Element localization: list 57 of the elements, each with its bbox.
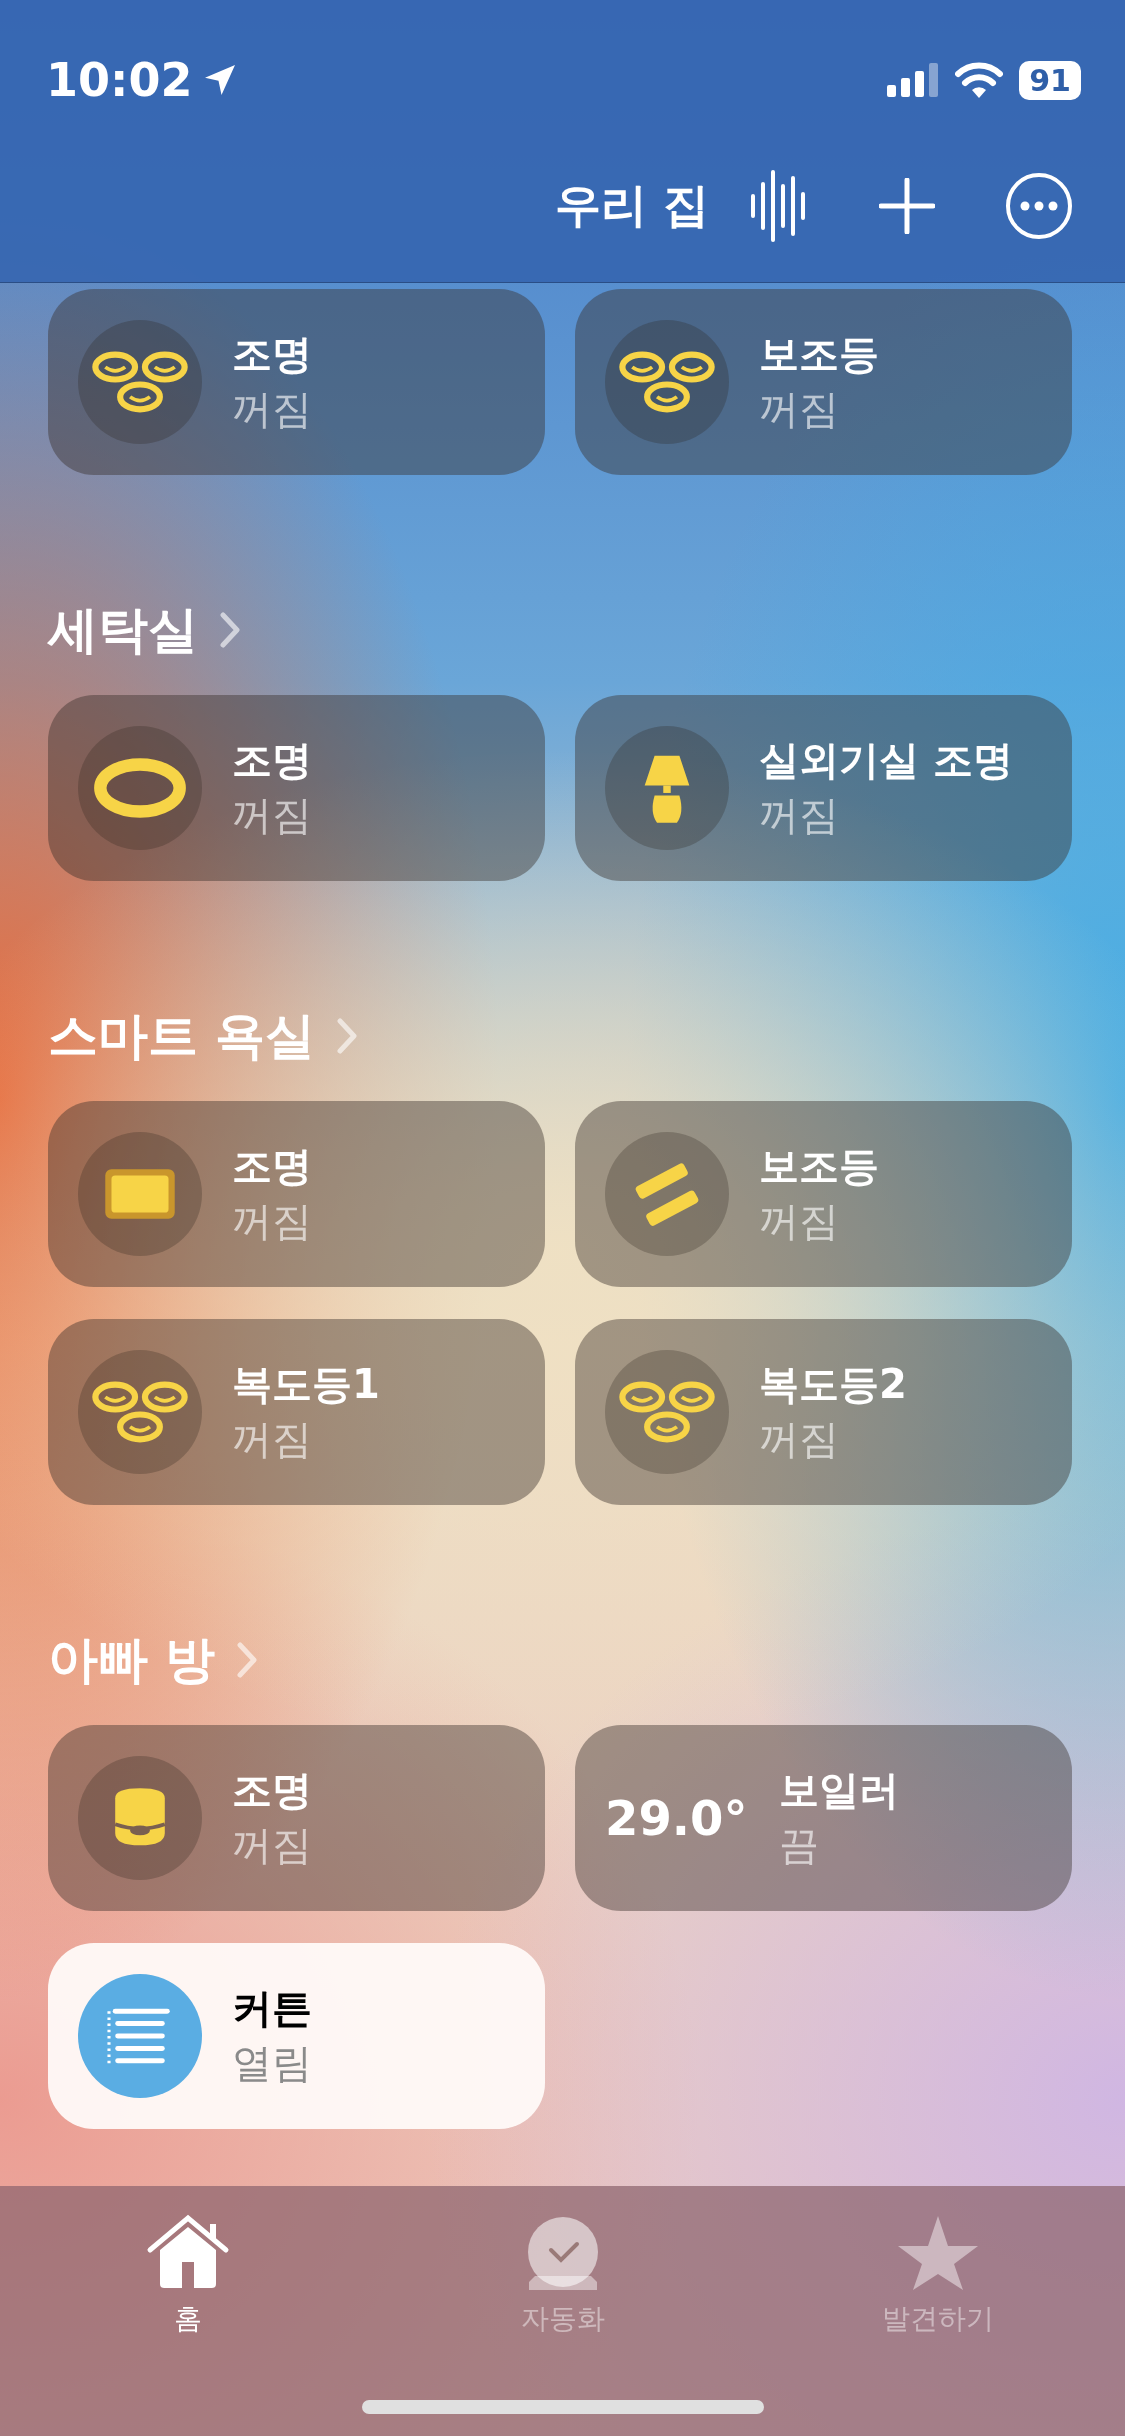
room-title[interactable]: 아빠 방 (48, 1626, 216, 1694)
ceiling-lights-icon (605, 1350, 729, 1474)
ceiling-lights-icon (78, 1350, 202, 1474)
accessory-name: 복도등1 (232, 1360, 380, 1409)
accessory-status: 꺼짐 (232, 1197, 312, 1246)
accessory-name: 보조등 (759, 1142, 879, 1191)
accessory-name: 보조등 (759, 330, 879, 379)
accessory-status: 꺼짐 (759, 385, 840, 434)
light-strip-icon (605, 1132, 729, 1256)
accessory-status: 꺼짐 (232, 791, 312, 840)
battery-indicator: 91 (1019, 60, 1081, 100)
accessory-status: 꺼짐 (759, 1197, 840, 1246)
accessory-tile[interactable]: 실외기실 조명 꺼짐 (575, 695, 1072, 881)
tab-item[interactable]: 자동화 (412, 2214, 713, 2354)
accessory-name: 실외기실 조명 (759, 736, 1013, 785)
add-icon[interactable] (879, 178, 935, 234)
room-title[interactable]: 스마트 욕실 (48, 1002, 316, 1070)
downlight-icon (78, 1756, 202, 1880)
ceiling-lights-icon (605, 320, 729, 444)
status-time: 10:02 (46, 53, 193, 107)
home-title[interactable]: 우리 집 (555, 175, 709, 237)
signal-icon (887, 63, 940, 97)
accessory-name: 조명 (232, 330, 312, 379)
accessory-status: 꺼짐 (232, 1415, 313, 1464)
accessory-name: 커튼 (232, 1984, 312, 2033)
accessory-status: 열림 (232, 2039, 312, 2088)
accessory-name: 보일러 (779, 1766, 899, 1815)
accessory-tile[interactable]: 조명 꺼짐 (48, 289, 545, 475)
blinds-icon (78, 1974, 202, 2098)
room-title[interactable]: 세탁실 (48, 596, 198, 664)
ceiling-lights-icon (78, 320, 202, 444)
light-panel-icon (78, 1132, 202, 1256)
accessory-tile[interactable]: 조명 꺼짐 (48, 1101, 545, 1287)
accessory-name: 조명 (232, 1142, 312, 1191)
accessory-name: 복도등2 (759, 1360, 907, 1409)
accessory-status: 꺼짐 (232, 385, 312, 434)
accessory-status: 꺼짐 (759, 1415, 840, 1464)
accessory-name: 조명 (232, 736, 312, 785)
temperature-reading: 29.0° (605, 1790, 749, 1846)
accessory-name: 조명 (232, 1766, 312, 1815)
accessory-tile[interactable]: 복도등2 꺼짐 (575, 1319, 1072, 1505)
table-lamp-icon (605, 726, 729, 850)
accessory-tile[interactable]: 조명 꺼짐 (48, 695, 545, 881)
accessory-tile[interactable]: 커튼 열림 (48, 1943, 545, 2129)
accessory-tile[interactable]: 보조등 꺼짐 (575, 289, 1072, 475)
accessory-tile[interactable]: 조명 꺼짐 (48, 1725, 545, 1911)
tab-item[interactable]: 발견하기 (787, 2214, 1088, 2354)
accessory-tile[interactable]: 복도등1 꺼짐 (48, 1319, 545, 1505)
tab-item[interactable]: 홈 (37, 2214, 338, 2354)
accessory-status: 끔 (779, 1821, 820, 1870)
wifi-icon (955, 62, 1004, 98)
accessory-tile[interactable]: 보조등 꺼짐 (575, 1101, 1072, 1287)
more-icon[interactable] (1005, 172, 1073, 240)
accessory-status: 꺼짐 (232, 1821, 312, 1870)
accessory-status: 꺼짐 (759, 791, 840, 840)
ring-light-icon (78, 726, 202, 850)
house-icon (145, 2214, 230, 2290)
